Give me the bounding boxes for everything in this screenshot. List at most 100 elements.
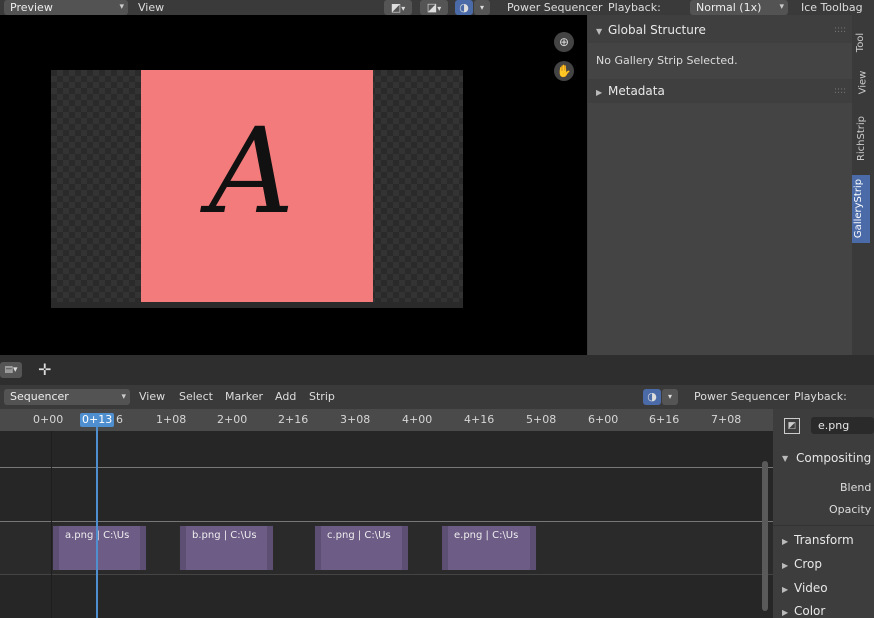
strip-c-label: c.png | C:\Us — [327, 530, 391, 541]
tab-gallerystrip[interactable]: GalleryStrip — [852, 175, 870, 243]
image-icon: ◩ — [390, 1, 402, 14]
zoom-icon[interactable]: ⊕ — [554, 32, 574, 52]
preview-mode-label: Preview — [10, 1, 53, 14]
section-crop[interactable]: ▶ Crop — [782, 557, 822, 571]
preview-canvas: A — [141, 70, 373, 302]
section-transform[interactable]: ▶ Transform — [782, 533, 854, 547]
overlay-icon: ◪ — [426, 1, 438, 14]
seq-menu-view[interactable]: View — [139, 389, 165, 404]
playback-dropdown[interactable]: Normal (1x) ▾ — [690, 0, 788, 15]
triangle-right-icon: ▶ — [782, 537, 789, 546]
tab-richstrip[interactable]: RichStrip — [855, 111, 871, 167]
section-crop-label: Crop — [794, 557, 823, 571]
compositing-header[interactable]: Compositing — [796, 451, 871, 465]
drag-handle-icon[interactable]: :::: — [834, 25, 846, 35]
section-video[interactable]: ▶ Video — [782, 581, 828, 595]
top-header: Preview ▾ View ◩▾ ◪▾ ◑ ▾ Power Sequencer… — [0, 0, 874, 15]
tick-label: 1+08 — [156, 413, 187, 426]
display-channels-button[interactable]: ◩▾ — [384, 0, 412, 15]
move-tool-icon[interactable]: ✛ — [38, 360, 51, 379]
editor-type-small-button[interactable]: ▤▾ — [0, 362, 22, 378]
triangle-right-icon: ▶ — [782, 608, 789, 617]
seq-power-sequencer-menu[interactable]: Power Sequencer — [694, 389, 790, 404]
tick-label: 2+16 — [278, 413, 309, 426]
tick-label: 5+08 — [526, 413, 557, 426]
tick-label: 0+00 — [33, 413, 64, 426]
tick-label: 3+08 — [340, 413, 371, 426]
preview-frame: A — [51, 70, 463, 308]
playback-label: Playback: — [608, 1, 661, 14]
section-color[interactable]: ▶ Color — [782, 604, 825, 618]
preview-area: A ⊕ ✋ — [0, 15, 587, 355]
global-structure-title: Global Structure — [608, 23, 706, 37]
preview-glyph: A — [209, 102, 295, 240]
tab-tool-label: Tool — [855, 32, 867, 53]
triangle-right-icon: ▶ — [596, 88, 603, 97]
seq-menu-marker[interactable]: Marker — [225, 389, 263, 404]
triangle-down-icon: ▼ — [782, 454, 789, 463]
chevron-down-icon: ▾ — [779, 2, 784, 12]
channel-row — [0, 575, 773, 618]
seq-gizmo-toggle[interactable]: ◑ — [643, 389, 661, 405]
tab-gallerystrip-label: GalleryStrip — [853, 178, 865, 239]
image-strip-icon: ◩ — [784, 418, 800, 434]
no-strip-selected-text: No Gallery Strip Selected. — [596, 54, 738, 67]
power-sequencer-menu[interactable]: Power Sequencer — [507, 0, 603, 15]
playhead-line[interactable] — [96, 423, 98, 618]
section-transform-label: Transform — [794, 533, 854, 547]
triangle-down-icon: ▼ — [596, 27, 603, 36]
gizmo-icon: ◑ — [459, 1, 469, 14]
channel-row — [0, 468, 773, 522]
playback-value: Normal (1x) — [696, 1, 762, 14]
strip-a[interactable]: a.png | C:\Us — [52, 525, 147, 571]
channel-row — [0, 431, 773, 468]
metadata-title: Metadata — [608, 84, 665, 98]
tick-label: 6+00 — [588, 413, 619, 426]
sequencer-header: Sequencer ▾ View Select Marker Add Strip… — [0, 385, 874, 409]
panel-metadata[interactable]: ▶ Metadata :::: — [588, 79, 852, 103]
tab-view-label: View — [857, 70, 869, 95]
preview-mode-dropdown[interactable]: Preview ▾ — [4, 0, 128, 15]
metadata-header: ▶ Metadata — [596, 84, 665, 98]
global-structure-header: ▼ Global Structure — [596, 23, 706, 37]
seq-menu-strip[interactable]: Strip — [309, 389, 335, 404]
tick-label: 2+00 — [217, 413, 248, 426]
strip-c[interactable]: c.png | C:\Us — [314, 525, 409, 571]
gizmo-toggle[interactable]: ◑ — [455, 0, 473, 15]
strip-e-label: e.png | C:\Us — [454, 530, 519, 541]
gizmo-dropdown[interactable]: ▾ — [474, 0, 490, 15]
overlay-button[interactable]: ◪▾ — [420, 0, 448, 15]
blend-label: Blend — [840, 481, 872, 494]
gizmo-icon: ◑ — [647, 390, 657, 403]
seq-menu-add[interactable]: Add — [275, 389, 296, 404]
hand-pan-icon[interactable]: ✋ — [554, 61, 574, 81]
view-menu[interactable]: View — [138, 0, 164, 15]
drag-handle-icon[interactable]: :::: — [834, 86, 846, 96]
tick-label: 6+16 — [649, 413, 680, 426]
vertical-scrollbar[interactable] — [762, 461, 768, 611]
tab-view[interactable]: View — [855, 65, 871, 101]
strip-b-label: b.png | C:\Us — [192, 530, 257, 541]
tick-label: 4+00 — [402, 413, 433, 426]
section-color-label: Color — [794, 604, 826, 618]
ice-toolbag-menu[interactable]: Ice Toolbag — [801, 0, 863, 15]
seq-menu-select[interactable]: Select — [179, 389, 213, 404]
tab-tool[interactable]: Tool — [855, 25, 871, 61]
timeline-ruler[interactable]: 0+00 6 1+08 2+00 2+16 3+08 4+00 4+16 5+0… — [0, 409, 773, 431]
opacity-label: Opacity — [829, 503, 872, 516]
sequencer-type-dropdown[interactable]: Sequencer ▾ — [4, 389, 130, 405]
strip-name-field[interactable]: e.png — [811, 417, 874, 434]
chevron-down-icon: ▾ — [119, 2, 124, 12]
chevron-down-icon: ▾ — [121, 392, 126, 402]
preview-footer-bar — [51, 302, 463, 308]
tick-label: 6 — [116, 413, 123, 426]
sequencer-type-label: Sequencer — [10, 390, 69, 403]
section-video-label: Video — [794, 581, 828, 595]
triangle-right-icon: ▶ — [782, 561, 789, 570]
strip-b[interactable]: b.png | C:\Us — [179, 525, 274, 571]
strip-e[interactable]: e.png | C:\Us — [441, 525, 537, 571]
tick-label: 4+16 — [464, 413, 495, 426]
seq-gizmo-dropdown[interactable]: ▾ — [662, 389, 678, 405]
panel-global-structure[interactable]: ▼ Global Structure :::: — [588, 15, 852, 43]
tab-richstrip-label: RichStrip — [856, 115, 868, 162]
